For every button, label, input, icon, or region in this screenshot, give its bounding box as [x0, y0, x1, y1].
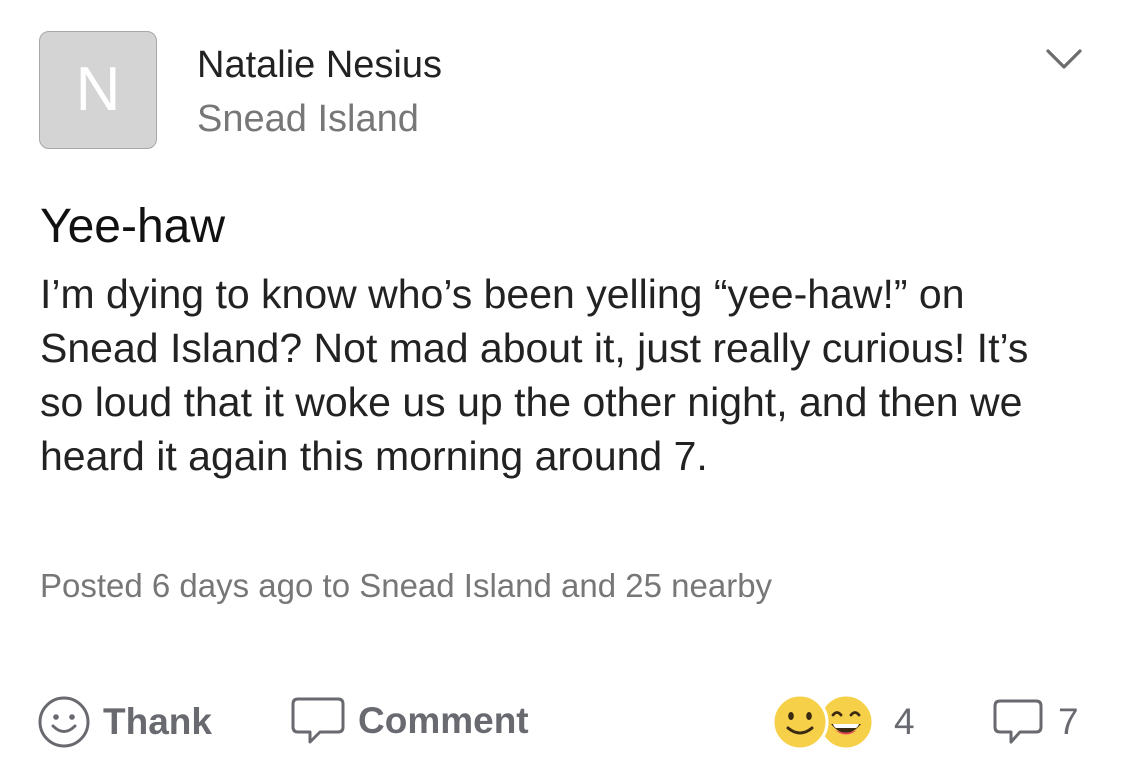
reaction-count: 4 — [894, 701, 915, 742]
post-title: Yee-haw — [40, 200, 226, 253]
author-name[interactable]: Natalie Nesius — [197, 44, 442, 87]
chevron-down-icon[interactable] — [1044, 45, 1084, 73]
avatar[interactable]: N — [39, 31, 157, 149]
thank-label: Thank — [103, 701, 212, 742]
author-location[interactable]: Snead Island — [197, 98, 419, 141]
thank-button[interactable]: Thank — [37, 695, 212, 749]
smile-outline-icon — [38, 696, 90, 748]
post-meta[interactable]: Posted 6 days ago to Snead Island and 25… — [40, 567, 772, 605]
comment-count: 7 — [1058, 701, 1079, 742]
post-body: I’m dying to know who’s been yelling “ye… — [40, 271, 1029, 479]
comment-label: Comment — [358, 700, 529, 741]
reaction-emojis — [770, 692, 878, 752]
reactions-summary[interactable]: 4 — [770, 692, 915, 752]
smiley-emoji-icon — [771, 693, 829, 751]
avatar-initial: N — [75, 55, 121, 124]
comment-button[interactable]: Comment — [290, 695, 529, 747]
speech-bubble-icon — [993, 699, 1043, 744]
comment-count-button[interactable]: 7 — [992, 697, 1079, 747]
speech-bubble-icon — [291, 697, 345, 744]
